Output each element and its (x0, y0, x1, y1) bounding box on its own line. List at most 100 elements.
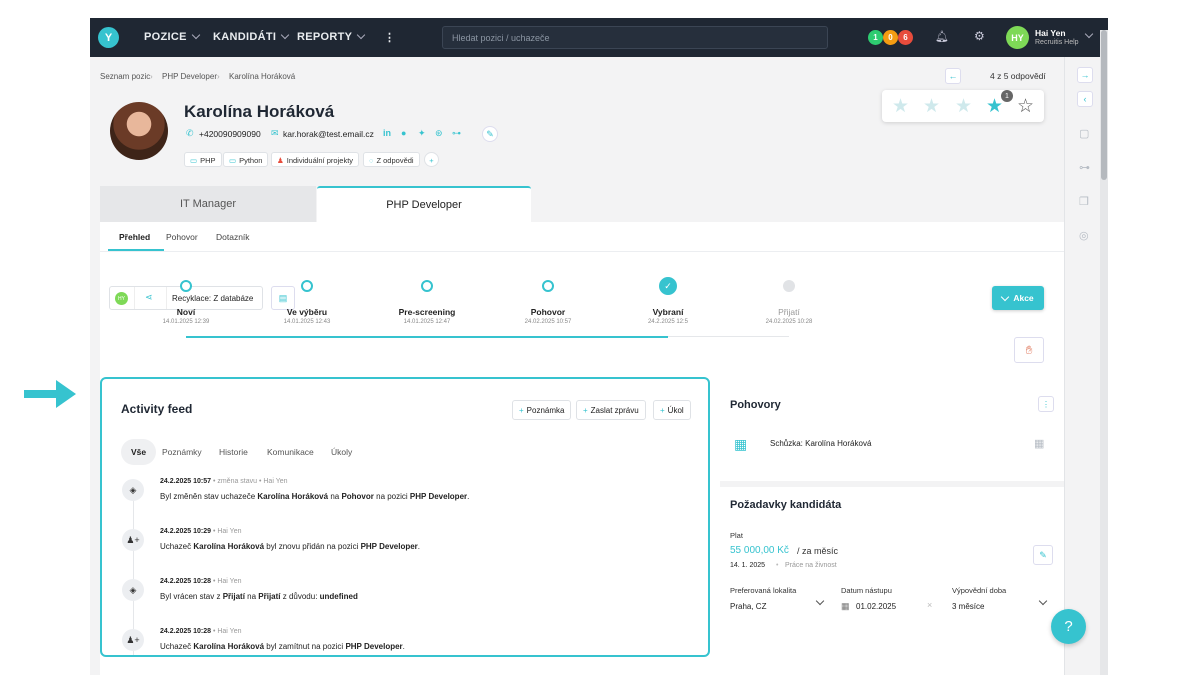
gear-icon[interactable]: ⚙ (974, 29, 985, 43)
tab-php-developer[interactable]: PHP Developer (317, 186, 531, 222)
nav-pozice[interactable]: POZICE (144, 30, 200, 43)
pipeline-stage[interactable]: Pohovor 24.02.2025 10:57 (488, 280, 608, 325)
feed-tab-all[interactable]: Vše (121, 439, 157, 465)
pipeline-stage[interactable]: Přijatí 24.02.2025 10:28 (729, 280, 849, 325)
stage-date: 14.01.2025 12:39 (162, 319, 210, 325)
stage-dot (421, 280, 433, 292)
start-date-input[interactable]: 01.02.2025 (856, 602, 896, 611)
tag-individual-projects[interactable]: ♟ Individuální projekty (271, 152, 360, 167)
nav-reporty[interactable]: REPORTY (297, 30, 366, 43)
bell-icon[interactable]: 🔔︎ (935, 30, 949, 43)
app-logo[interactable]: Y (98, 27, 119, 48)
calendar-add-icon[interactable]: ▦ (1034, 437, 1044, 450)
feed-tab-notes[interactable]: Poznámky (152, 439, 212, 465)
status-change-icon: ◈ (122, 479, 144, 501)
pipeline-stage[interactable]: Pre-screening 14.01.2025 12:47 (367, 280, 487, 325)
link-icon[interactable]: ⊶ (1079, 161, 1090, 174)
chevron-down-icon (191, 30, 200, 40)
link-icon[interactable]: ⊶ (452, 128, 461, 139)
feed-title: Activity feed (121, 402, 193, 416)
stage-date: 24.2.2025 12:5 (647, 319, 689, 325)
stage-dot (301, 280, 313, 292)
star-icon-active[interactable]: ★ (986, 95, 1003, 118)
thumbs-down-icon[interactable]: ✋︎ (1014, 337, 1044, 363)
next-arrow-icon[interactable]: → (1077, 67, 1093, 83)
candidate-phone[interactable]: +420090909090 (199, 129, 261, 139)
prev-arrow-icon[interactable]: ← (945, 68, 961, 84)
feed-tab-tasks[interactable]: Úkoly (321, 439, 362, 465)
tag-from-response[interactable]: ◌ Z odpovědi (363, 152, 420, 167)
copy-icon[interactable]: ❐ (1079, 195, 1089, 208)
edit-pencil-icon[interactable]: ✎ (1033, 545, 1053, 565)
breadcrumb-item[interactable]: PHP Developer (162, 72, 217, 81)
tag-php[interactable]: ▭ PHP (184, 152, 222, 167)
action-button[interactable]: Akce (992, 286, 1044, 310)
chevron-left-icon[interactable]: ‹ (1077, 91, 1093, 107)
star-icon[interactable]: ★ (923, 95, 940, 118)
add-note-button[interactable]: + Poznámka (512, 400, 572, 420)
chevron-down-icon[interactable] (815, 596, 825, 606)
salary-type: Práce na živnost (785, 562, 837, 569)
user-name[interactable]: Hai Yen (1035, 28, 1066, 38)
nav-kandidati[interactable]: KANDIDÁTI (213, 30, 290, 43)
interview-item[interactable]: Schůzka: Karolína Horáková (770, 439, 871, 448)
chevron-down-icon[interactable] (1038, 596, 1048, 606)
breadcrumb-item[interactable]: Seznam pozic (100, 72, 150, 81)
stage-name: Ve výběru (286, 307, 328, 317)
stage-date: 14.01.2025 12:43 (283, 319, 331, 325)
candidate-email[interactable]: kar.horak@test.email.cz (283, 129, 374, 139)
candidate-name: Karolína Horáková (184, 102, 335, 121)
stage-name: Pohovor (530, 307, 566, 317)
pipeline-stage[interactable]: Noví 14.01.2025 12:39 (126, 280, 246, 325)
entry-meta: 24.2.2025 10:57 • změna stavu • Hai Yen (160, 478, 288, 485)
feed-tab-communication[interactable]: Komunikace (257, 439, 324, 465)
stage-name: Noví (176, 307, 196, 317)
check-circle-icon[interactable]: ◎ (1079, 229, 1089, 242)
mail-icon: ✉ (271, 128, 279, 138)
count-badge-orange[interactable]: 0 (883, 30, 898, 45)
more-icon[interactable]: ⋮ (384, 31, 395, 44)
twitter-icon[interactable]: ✦ (418, 128, 426, 139)
subtab-pohovor[interactable]: Pohovor (166, 232, 198, 242)
add-task-button[interactable]: + Úkol (653, 400, 691, 420)
notice-select[interactable]: 3 měsíce (952, 602, 984, 611)
chevron-down-icon[interactable] (1084, 29, 1094, 39)
pipeline-stage[interactable]: ✓ Vybraní 24.2.2025 12:5 (608, 277, 728, 325)
salary-value: 55 000,00 Kč (730, 545, 789, 556)
subtab-prehled[interactable]: Přehled (119, 232, 150, 242)
chat-icon: ◌ (369, 156, 374, 165)
skype-icon[interactable]: ⊛ (435, 128, 443, 139)
edit-pencil-icon[interactable]: ✎ (482, 126, 498, 142)
add-tag-button[interactable]: + (424, 152, 439, 167)
search-input[interactable]: Hledat pozici / uchazeče (442, 26, 828, 49)
scrollbar-thumb[interactable] (1101, 30, 1107, 180)
tag-python[interactable]: ▭ Python (223, 152, 269, 167)
location-select[interactable]: Praha, CZ (730, 602, 766, 611)
user-avatar[interactable]: HY (1006, 26, 1029, 49)
star-outline-icon[interactable]: ☆ (1017, 95, 1034, 118)
count-badge-green[interactable]: 1 (868, 30, 883, 45)
salary-date: 14. 1. 2025 (730, 562, 766, 569)
main-panel: Přehled Pohovor Dotazník HY ⋖ Recyklace:… (100, 222, 1064, 675)
document-icon[interactable]: ▢ (1079, 127, 1089, 140)
scrollbar[interactable] (1100, 30, 1108, 675)
pager-text: 4 z 5 odpovědí (990, 71, 1046, 81)
entry-text: Byl změněn stav uchazeče Karolína Horáko… (160, 492, 470, 501)
count-badge-red[interactable]: 6 (898, 30, 913, 45)
send-message-button[interactable]: + Zaslat zprávu (576, 400, 646, 420)
pipeline-stage[interactable]: Ve výběru 14.01.2025 12:43 (247, 280, 367, 325)
facebook-icon[interactable]: ● (401, 128, 406, 138)
help-button[interactable]: ? (1051, 609, 1086, 644)
star-icon[interactable]: ★ (892, 95, 909, 118)
clear-icon[interactable]: × (927, 600, 932, 610)
tab-it-manager[interactable]: IT Manager (100, 186, 316, 222)
star-icon[interactable]: ★ (955, 95, 972, 118)
highlight-arrow-icon (24, 380, 76, 408)
feed-tab-history[interactable]: Historie (209, 439, 258, 465)
phone-icon: ✆ (186, 128, 194, 138)
rating-badge: 1 (1001, 90, 1013, 102)
linkedin-icon[interactable]: in (383, 128, 391, 138)
user-company: Recruitis Help (1035, 39, 1079, 46)
subtab-dotaznik[interactable]: Dotazník (216, 232, 250, 242)
more-vertical-icon[interactable]: ⋮ (1038, 396, 1054, 412)
